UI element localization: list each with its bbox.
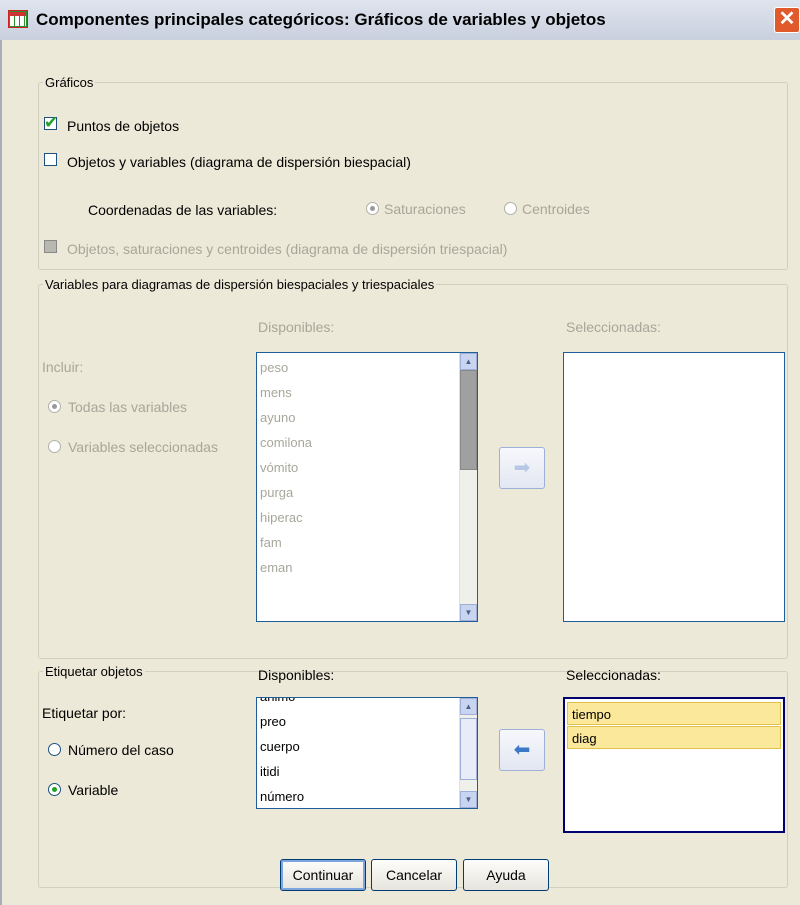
objetos-variables-label: Objetos y variables (diagrama de dispers…: [67, 154, 411, 170]
saturaciones-radio[interactable]: [366, 202, 379, 215]
etq-disponibles-label: Disponibles:: [258, 667, 335, 683]
triespacial-checkbox[interactable]: [44, 240, 57, 253]
scroll-thumb[interactable]: [460, 370, 477, 470]
var-list-item[interactable]: fam: [257, 530, 477, 555]
etq-move-left-button[interactable]: ⬅: [499, 729, 545, 771]
var-list-item[interactable]: hiperac: [257, 505, 477, 530]
var-list-item[interactable]: comilona: [257, 430, 477, 455]
var-list-scrollbar[interactable]: ▲ ▼: [459, 353, 477, 621]
objetos-variables-checkbox[interactable]: [44, 153, 57, 166]
var-seleccionadas-list[interactable]: [563, 352, 785, 622]
variables-legend: Variables para diagramas de dispersión b…: [45, 277, 435, 292]
etiquetar-legend: Etiquetar objetos: [45, 664, 143, 679]
cancelar-button[interactable]: Cancelar: [371, 859, 457, 891]
window-title: Componentes principales categóricos: Grá…: [36, 10, 606, 29]
triespacial-label: Objetos, saturaciones y centroides (diag…: [67, 241, 508, 257]
var-list-item[interactable]: eman: [257, 555, 477, 580]
etq-selected-item[interactable]: tiempo: [567, 702, 781, 725]
etq-list-item[interactable]: cuerpo: [257, 734, 477, 759]
numero-caso-radio[interactable]: [48, 743, 61, 756]
puntos-objetos-label: Puntos de objetos: [67, 118, 180, 134]
var-move-right-button[interactable]: ➡: [499, 447, 545, 489]
etq-list-scrollbar[interactable]: ▲ ▼: [459, 698, 477, 808]
numero-caso-label: Número del caso: [68, 742, 174, 758]
var-list-item[interactable]: peso: [257, 355, 477, 380]
saturaciones-label: Saturaciones: [384, 201, 466, 217]
etq-list-item[interactable]: preo: [257, 709, 477, 734]
etq-seleccionadas-label: Seleccionadas:: [566, 667, 661, 683]
close-button[interactable]: ✕: [774, 7, 800, 33]
variables-seleccionadas-radio[interactable]: [48, 440, 61, 453]
graficos-legend: Gráficos: [45, 75, 94, 90]
scroll-thumb[interactable]: [460, 718, 477, 780]
etq-seleccionadas-list[interactable]: tiempo diag: [563, 697, 785, 833]
var-list-item[interactable]: vómito: [257, 455, 477, 480]
var-disponibles-label: Disponibles:: [258, 319, 335, 335]
centroides-label: Centroides: [522, 201, 590, 217]
todas-label: Todas las variables: [68, 399, 188, 415]
title-bar: Componentes principales categóricos: Grá…: [0, 0, 800, 41]
var-list-item[interactable]: ayuno: [257, 405, 477, 430]
puntos-objetos-checkbox[interactable]: [44, 113, 58, 133]
variables-seleccionadas-label: Variables seleccionadas: [68, 439, 218, 455]
scroll-down-icon[interactable]: ▼: [460, 791, 477, 808]
etq-disponibles-list[interactable]: ánimopreocuerpoitidinúmero ▲ ▼: [256, 697, 478, 809]
var-seleccionadas-label: Seleccionadas:: [566, 319, 661, 335]
variable-radio[interactable]: [48, 783, 61, 796]
var-disponibles-list[interactable]: peso mens ayuno comilona vómito purga hiperac f…: [256, 352, 478, 622]
etq-list-item[interactable]: ánimo: [257, 698, 477, 709]
etq-selected-item[interactable]: diag: [567, 726, 781, 749]
incluir-label: Incluir:: [42, 359, 84, 375]
scroll-down-icon[interactable]: ▼: [460, 604, 477, 621]
centroides-radio[interactable]: [504, 202, 517, 215]
coordenadas-label: Coordenadas de las variables:: [88, 202, 278, 218]
var-list-item[interactable]: purga: [257, 480, 477, 505]
scroll-up-icon[interactable]: ▲: [460, 353, 477, 370]
todas-radio[interactable]: [48, 400, 61, 413]
etq-list-item[interactable]: itidi: [257, 759, 477, 784]
etiquetar-por-label: Etiquetar por:: [42, 705, 127, 721]
etq-list-item[interactable]: número: [257, 784, 477, 808]
scroll-up-icon[interactable]: ▲: [460, 698, 477, 715]
ayuda-button[interactable]: Ayuda: [463, 859, 549, 891]
var-list-item[interactable]: mens: [257, 380, 477, 405]
variable-label: Variable: [68, 782, 119, 798]
app-table-icon: [8, 10, 28, 28]
continuar-button[interactable]: Continuar: [280, 859, 366, 891]
dialog-body: Gráficos Puntos de objetos Objetos y var…: [0, 40, 800, 905]
